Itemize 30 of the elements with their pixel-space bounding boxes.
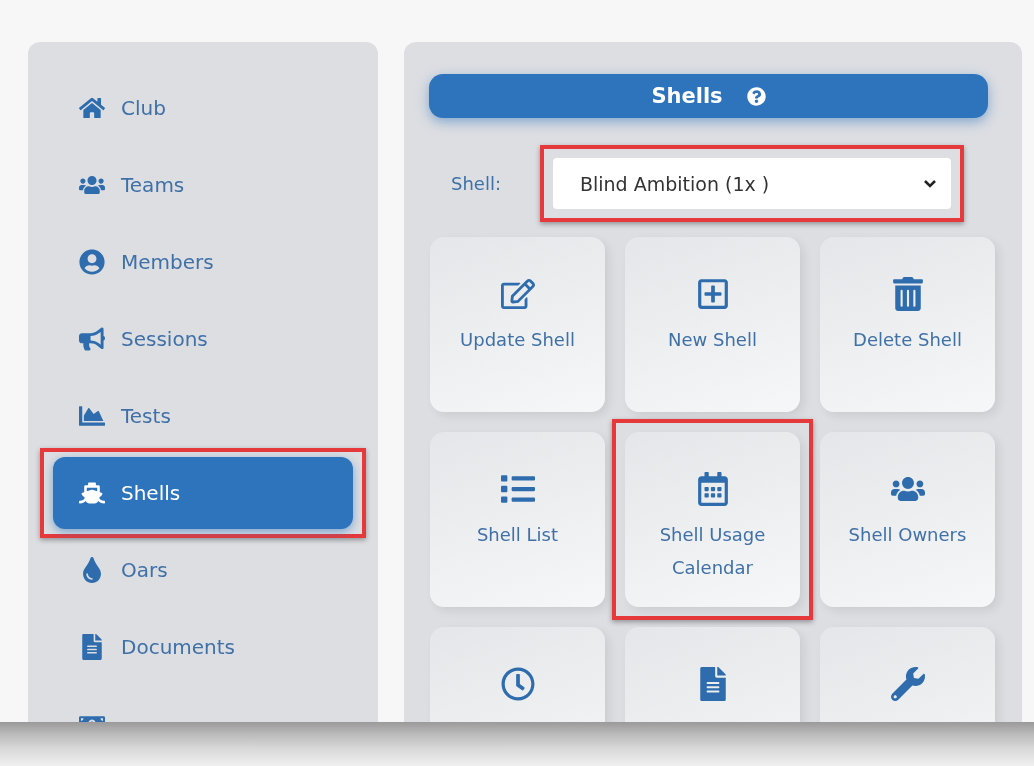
wrench-icon [890,667,925,701]
sidebar-item[interactable]: Tests [53,386,353,446]
calendar-icon [695,472,730,506]
sidebar-item[interactable]: Members [53,232,353,292]
megaphone-icon [79,326,105,352]
sidebar-item[interactable]: Oars [53,540,353,600]
trash-icon [890,277,925,311]
clock-icon [500,667,535,701]
area-chart-icon [79,403,105,429]
sidebar-item[interactable]: Club [53,78,353,138]
sidebar-item[interactable]: Shells [53,457,353,529]
action-tile[interactable]: Shell List [430,432,605,607]
edit-icon [500,277,535,311]
action-tile[interactable]: New Shell [625,237,800,412]
sidebar-item[interactable]: Documents [53,617,353,677]
house-icon [79,95,105,121]
ship-icon [79,480,105,506]
action-tile[interactable]: Shell Owners [820,432,995,607]
chevron-down-icon [923,178,937,189]
select-label: Shell: [451,173,501,194]
header-title: Shells [651,84,723,108]
action-tile[interactable]: Delete Shell [820,237,995,412]
sidebar-item[interactable]: Teams [53,155,353,215]
list-icon [500,472,535,506]
action-tile[interactable]: Shell Usage Calendar [625,432,800,607]
document-icon [79,634,105,660]
help-icon[interactable] [746,86,766,106]
shell-select[interactable]: Blind Ambition (1x ) [553,158,951,209]
action-tile[interactable]: Update Shell [430,237,605,412]
sidebar-item[interactable]: Sessions [53,309,353,369]
